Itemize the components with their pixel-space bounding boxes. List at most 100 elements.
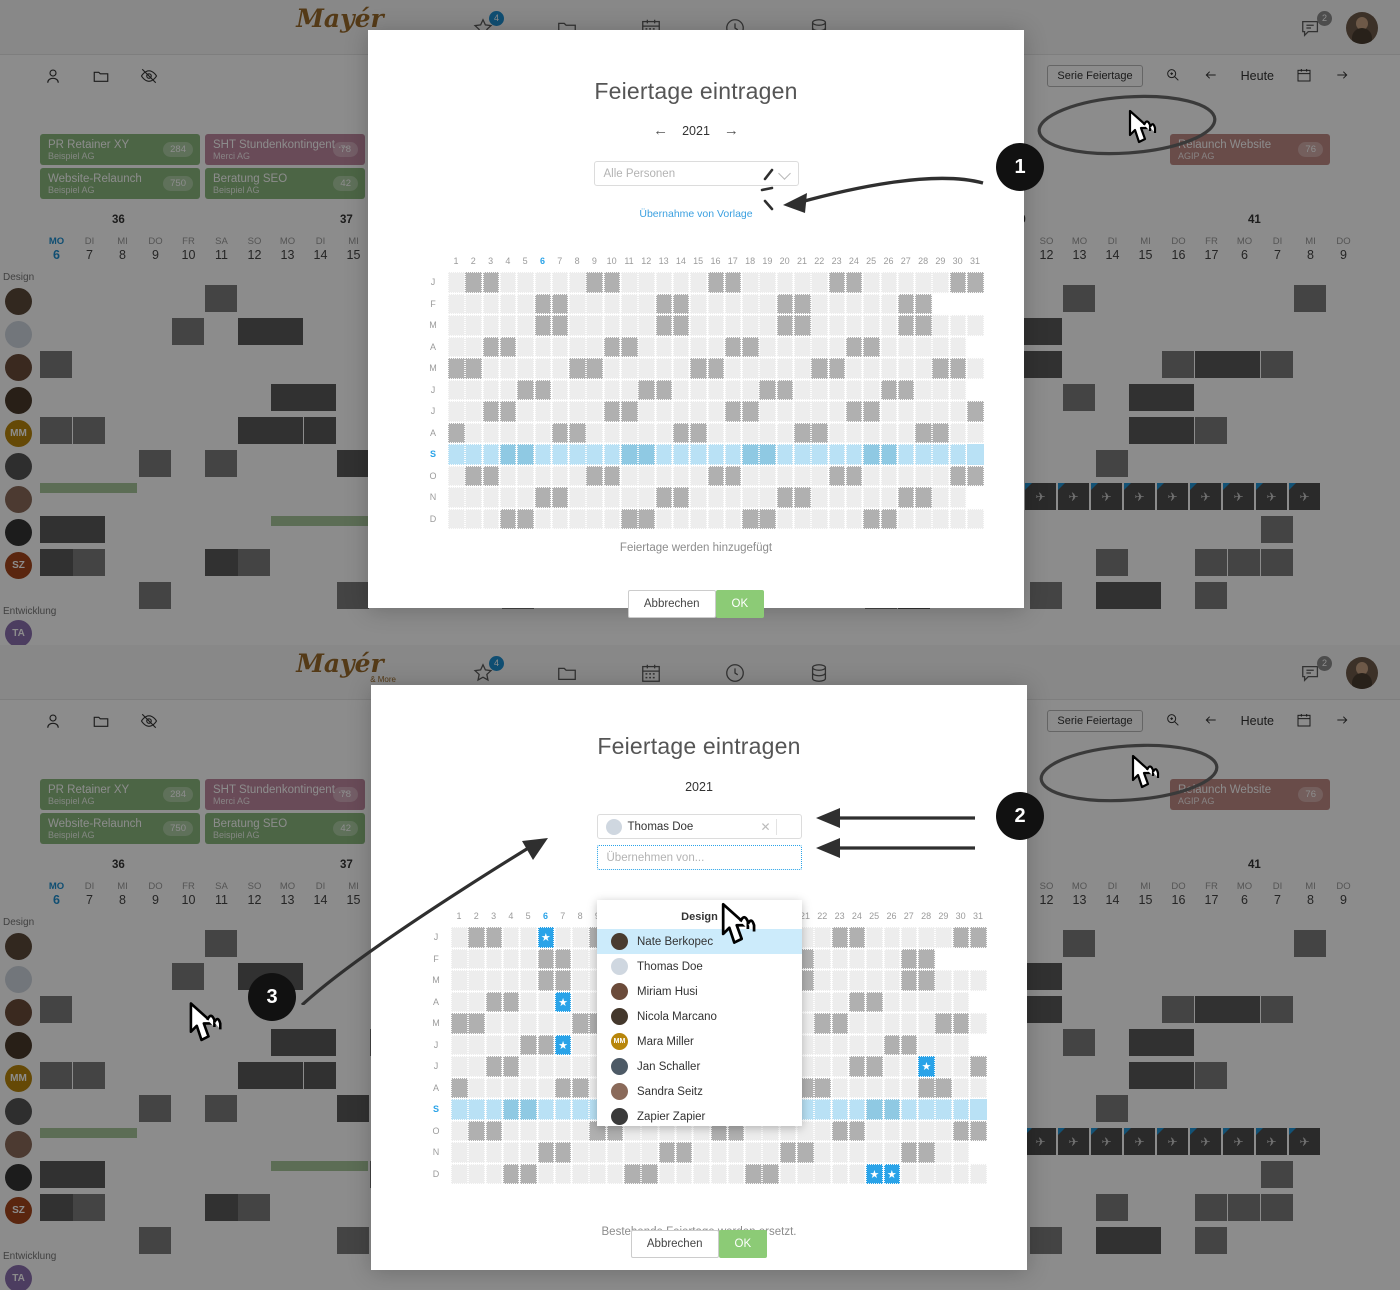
calendar-day-cell[interactable] bbox=[828, 315, 846, 336]
calendar-day-cell[interactable] bbox=[707, 315, 725, 336]
calendar-day-cell[interactable] bbox=[828, 401, 846, 422]
calendar-day-cell[interactable] bbox=[967, 422, 984, 443]
calendar-day-cell[interactable] bbox=[499, 293, 517, 314]
calendar-day-cell[interactable] bbox=[831, 1034, 849, 1055]
calendar-day-cell[interactable] bbox=[759, 465, 776, 486]
calendar-day-cell[interactable] bbox=[866, 1013, 883, 1034]
calendar-day-cell[interactable] bbox=[797, 1142, 814, 1163]
calendar-day-cell[interactable] bbox=[828, 358, 846, 379]
timeline-block[interactable] bbox=[1129, 384, 1194, 411]
calendar-day-cell[interactable] bbox=[707, 508, 725, 529]
calendar-day-cell[interactable] bbox=[831, 1077, 849, 1098]
calendar-day-cell[interactable] bbox=[724, 293, 742, 314]
calendar-day-cell[interactable] bbox=[638, 487, 655, 508]
calendar-day-cell[interactable] bbox=[451, 1099, 468, 1120]
calendar-day-cell[interactable] bbox=[811, 315, 828, 336]
calendar-day-cell[interactable] bbox=[935, 1034, 952, 1055]
calendar-day-cell[interactable] bbox=[482, 315, 500, 336]
today-button[interactable]: Heute bbox=[1241, 69, 1274, 83]
calendar-day-cell[interactable] bbox=[880, 336, 898, 357]
avatar[interactable] bbox=[5, 966, 32, 993]
calendar-day-cell[interactable] bbox=[465, 422, 482, 443]
calendar-day-cell[interactable] bbox=[724, 401, 742, 422]
timeline-block[interactable] bbox=[1162, 996, 1194, 1023]
dropdown-item[interactable]: Miriam Husi bbox=[597, 979, 802, 1004]
calendar-day-cell[interactable] bbox=[551, 465, 569, 486]
calendar-day-cell[interactable] bbox=[569, 336, 586, 357]
calendar-day-cell[interactable] bbox=[866, 927, 883, 948]
calendar-day-cell[interactable] bbox=[794, 379, 811, 400]
vacation-block[interactable]: ✈ bbox=[1058, 1128, 1089, 1155]
calendar-day-cell[interactable] bbox=[831, 1056, 849, 1077]
calendar-day-cell[interactable] bbox=[520, 1013, 537, 1034]
calendar-day-cell[interactable] bbox=[724, 422, 742, 443]
calendar-day-cell[interactable] bbox=[776, 487, 794, 508]
calendar-day-cell[interactable] bbox=[482, 508, 500, 529]
calendar-day-cell[interactable] bbox=[970, 1035, 987, 1056]
calendar-day-cell[interactable] bbox=[897, 379, 915, 400]
calendar-day-cell[interactable] bbox=[621, 315, 638, 336]
calendar-day-cell[interactable] bbox=[883, 927, 901, 948]
zoom-in-icon[interactable] bbox=[1165, 67, 1181, 86]
project-chip[interactable]: Website-Relaunch Beispiel AG 750 bbox=[40, 813, 200, 844]
calendar-day-cell[interactable] bbox=[897, 487, 915, 508]
timeline-block[interactable] bbox=[1294, 285, 1326, 312]
calendar-day-cell[interactable] bbox=[811, 358, 828, 379]
calendar-day-cell[interactable] bbox=[918, 1120, 935, 1141]
calendar-day-cell[interactable] bbox=[621, 336, 638, 357]
calendar-day-cell[interactable] bbox=[468, 991, 485, 1012]
calendar-day-cell[interactable] bbox=[690, 379, 707, 400]
calendar-day-cell[interactable] bbox=[863, 293, 880, 314]
timeline-block[interactable] bbox=[304, 384, 336, 411]
timeline-block[interactable] bbox=[205, 450, 237, 477]
calendar-day-cell[interactable] bbox=[485, 1099, 503, 1120]
calendar-day-cell[interactable] bbox=[949, 315, 967, 336]
person-icon[interactable] bbox=[44, 67, 62, 90]
calendar-day-cell[interactable] bbox=[672, 487, 690, 508]
calendar-day-cell[interactable] bbox=[742, 465, 759, 486]
calendar-day-cell[interactable] bbox=[967, 444, 984, 465]
calendar-day-cell[interactable] bbox=[724, 272, 742, 293]
calendar-day-cell[interactable] bbox=[970, 1099, 987, 1120]
calendar-day-cell[interactable] bbox=[690, 465, 707, 486]
calendar-day-cell[interactable] bbox=[621, 465, 638, 486]
timeline-block[interactable] bbox=[1030, 582, 1062, 609]
calendar-day-cell[interactable] bbox=[915, 336, 932, 357]
calendar-day-cell[interactable] bbox=[880, 379, 898, 400]
calendar-day-cell[interactable] bbox=[465, 358, 482, 379]
calendar-day-cell[interactable] bbox=[814, 1099, 831, 1120]
calendar-day-cell[interactable] bbox=[572, 1056, 589, 1077]
clock-icon[interactable] bbox=[722, 660, 748, 686]
calendar-day-cell[interactable] bbox=[638, 422, 655, 443]
calendar-day-cell[interactable] bbox=[880, 315, 898, 336]
calendar-day-cell[interactable] bbox=[569, 422, 586, 443]
vacation-block[interactable]: ✈ bbox=[1091, 483, 1122, 510]
calendar-day-cell[interactable] bbox=[811, 336, 828, 357]
calendar-day-cell[interactable] bbox=[707, 272, 725, 293]
calendar-day-cell[interactable] bbox=[672, 315, 690, 336]
calendar-day-cell[interactable] bbox=[551, 487, 569, 508]
calendar-day-cell[interactable] bbox=[900, 1013, 918, 1034]
avatar[interactable] bbox=[5, 354, 32, 381]
prev-year-button[interactable]: ← bbox=[653, 122, 668, 139]
calendar-day-cell[interactable] bbox=[953, 949, 970, 970]
calendar-day-cell[interactable] bbox=[742, 422, 759, 443]
timeline-block[interactable] bbox=[1195, 417, 1227, 444]
calendar-day-cell[interactable] bbox=[672, 336, 690, 357]
calendar-day-cell[interactable] bbox=[742, 444, 759, 465]
calendar-day-cell[interactable] bbox=[485, 1013, 503, 1034]
calendar-day-cell[interactable] bbox=[949, 444, 967, 465]
calendar-day-cell[interactable] bbox=[967, 272, 984, 293]
calendar-day-cell[interactable] bbox=[759, 487, 776, 508]
calendar-day-cell[interactable] bbox=[448, 508, 465, 529]
calendar-day-cell[interactable] bbox=[551, 444, 569, 465]
calendar-day-cell[interactable] bbox=[603, 487, 621, 508]
calendar-day-cell[interactable] bbox=[465, 315, 482, 336]
calendar-day-cell[interactable] bbox=[672, 422, 690, 443]
calendar-day-cell[interactable] bbox=[690, 422, 707, 443]
timeline-block[interactable] bbox=[304, 1029, 336, 1056]
calendar-day-cell[interactable] bbox=[465, 444, 482, 465]
vacation-block[interactable]: ✈ bbox=[1157, 1128, 1188, 1155]
calendar-day-cell[interactable] bbox=[900, 970, 918, 991]
calendar-day-cell[interactable] bbox=[572, 1077, 589, 1098]
